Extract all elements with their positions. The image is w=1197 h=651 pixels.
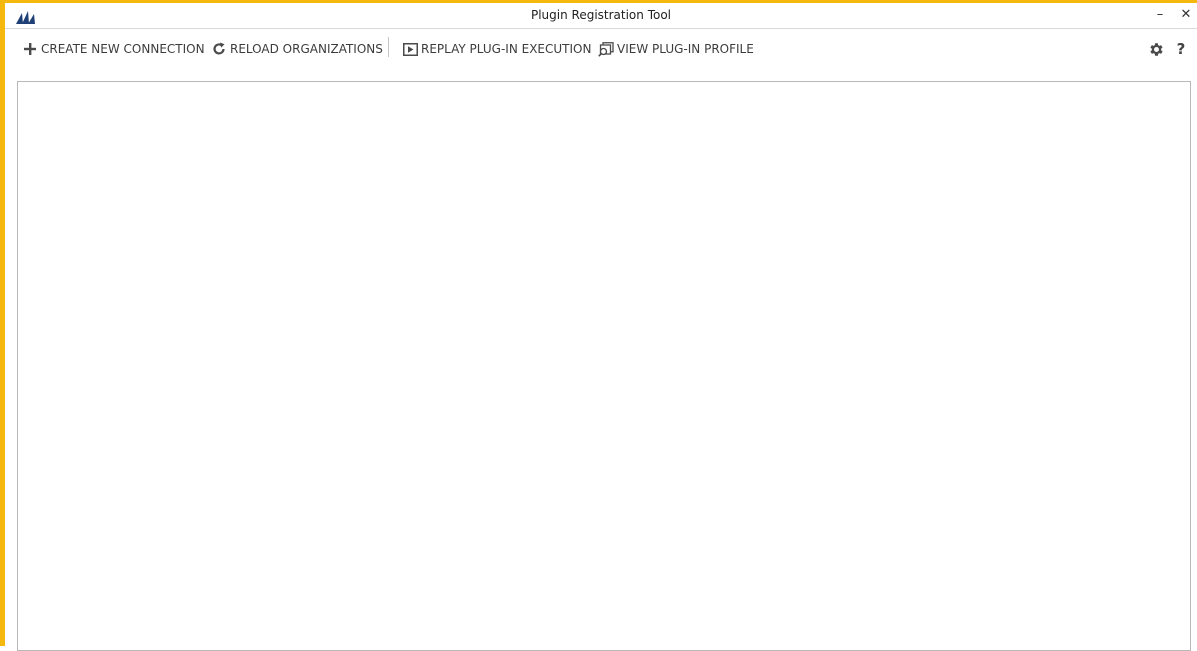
view-plugin-profile-label: VIEW PLUG-IN PROFILE (617, 42, 754, 56)
help-icon: ? (1176, 40, 1186, 58)
window-frame-left (0, 0, 5, 646)
close-button[interactable]: ✕ (1175, 5, 1197, 25)
refresh-icon (211, 41, 227, 57)
view-plugin-profile-button[interactable]: VIEW PLUG-IN PROFILE (598, 39, 754, 59)
settings-button[interactable] (1146, 39, 1166, 59)
reload-organizations-button[interactable]: RELOAD ORGANIZATIONS (211, 39, 383, 59)
gear-icon (1149, 42, 1163, 56)
play-icon (402, 41, 418, 57)
plugin-registration-window: Plugin Registration Tool – ✕ CREATE NEW … (0, 0, 1197, 651)
help-button[interactable]: ? (1171, 39, 1191, 59)
create-new-connection-button[interactable]: CREATE NEW CONNECTION (22, 39, 205, 59)
reload-organizations-label: RELOAD ORGANIZATIONS (230, 42, 383, 56)
toolbar-separator (388, 37, 389, 57)
toolbar: CREATE NEW CONNECTION RELOAD ORGANIZATIO… (5, 30, 1197, 68)
organizations-panel (17, 81, 1191, 651)
replay-plugin-execution-label: REPLAY PLUG-IN EXECUTION (421, 42, 592, 56)
minimize-button[interactable]: – (1149, 5, 1171, 25)
profile-view-icon (598, 41, 614, 57)
create-new-connection-label: CREATE NEW CONNECTION (41, 42, 205, 56)
plus-icon (22, 41, 38, 57)
window-title: Plugin Registration Tool (530, 8, 672, 22)
title-bar[interactable]: Plugin Registration Tool – ✕ (5, 3, 1197, 29)
replay-plugin-execution-button[interactable]: REPLAY PLUG-IN EXECUTION (402, 39, 591, 59)
